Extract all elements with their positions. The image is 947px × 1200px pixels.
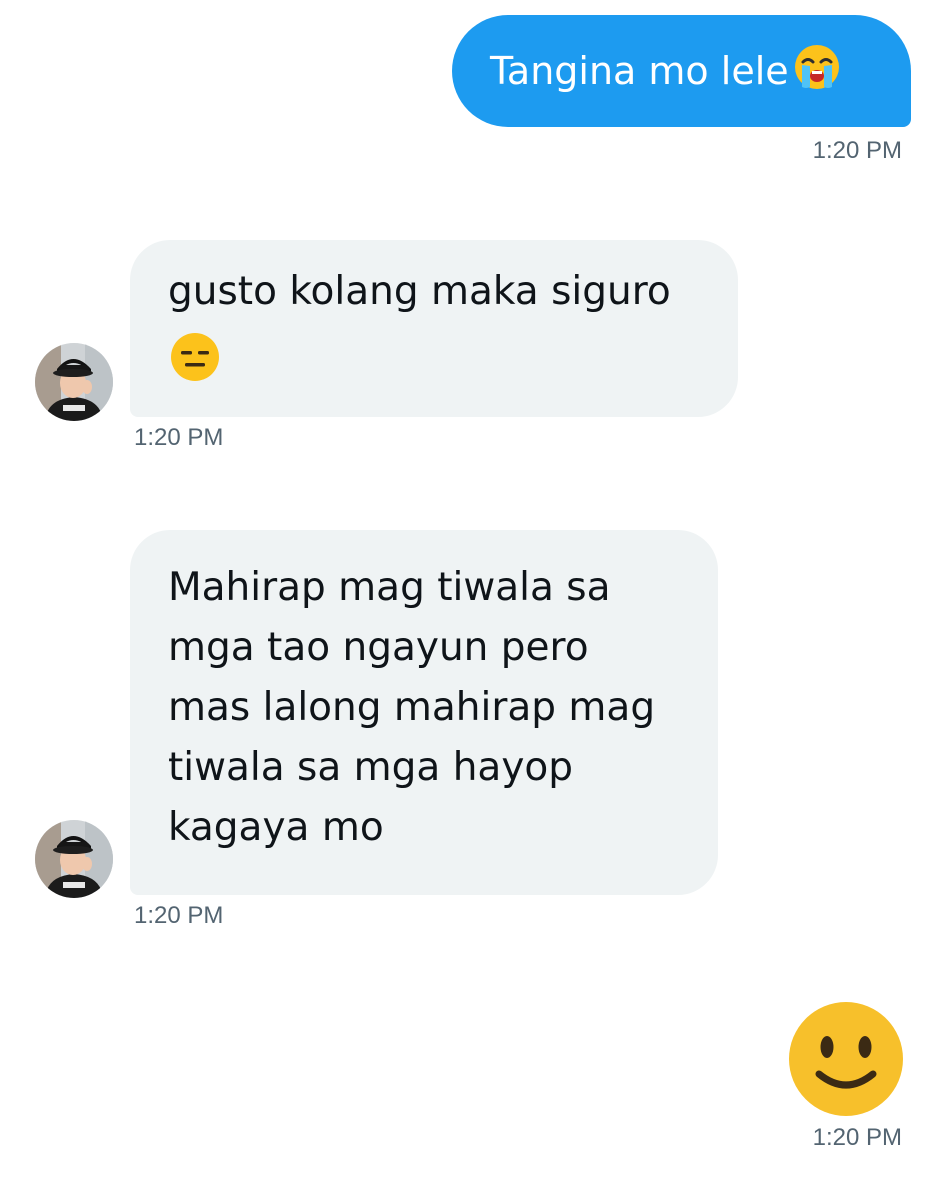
message-text-line: mga tao ngayun pero (168, 625, 589, 670)
incoming-message-bubble[interactable]: Mahirap mag tiwala sa mga tao ngayun per… (130, 530, 718, 895)
message-timestamp: 1:20 PM (812, 137, 902, 164)
expressionless-face-icon (168, 330, 738, 384)
message-text-line: tiwala sa mga hayop (168, 745, 574, 790)
message-text-line: Mahirap mag tiwala sa (168, 565, 611, 610)
loudly-crying-face-icon (793, 43, 841, 100)
message-timestamp: 1:20 PM (134, 424, 224, 451)
avatar[interactable] (35, 343, 113, 421)
outgoing-message-bubble[interactable]: Tangina mo lele (452, 15, 911, 127)
dm-conversation: Tangina mo lele 1:20 PM gusto kolang mak… (0, 0, 947, 1200)
message-text-line: mas lalong mahirap mag (168, 685, 656, 730)
message-timestamp: 1:20 PM (134, 902, 224, 929)
incoming-message-bubble[interactable]: gusto kolang maka siguro (130, 240, 738, 417)
message-text-line: gusto kolang maka siguro (168, 269, 671, 314)
slightly-smiling-face-icon[interactable] (787, 1000, 905, 1118)
message-timestamp: 1:20 PM (812, 1124, 902, 1151)
message-text: Tangina mo lele (490, 49, 789, 93)
avatar[interactable] (35, 820, 113, 898)
message-text-line: kagaya mo (168, 805, 384, 850)
